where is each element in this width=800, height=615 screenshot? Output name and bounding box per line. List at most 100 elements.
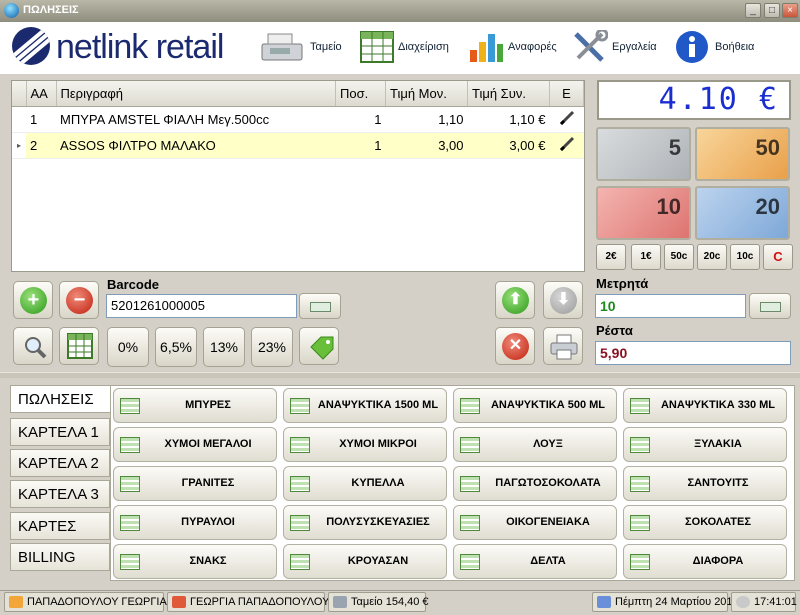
- cash-register-icon: [260, 30, 303, 64]
- coin-50c-button[interactable]: 50c: [664, 244, 694, 270]
- grid-icon: [290, 554, 310, 570]
- grid-icon: [460, 554, 480, 570]
- toolbar-tools-button[interactable]: Εργαλεία: [572, 28, 667, 68]
- tab-cards[interactable]: ΚΑΡΤΕΣ: [10, 512, 110, 540]
- category-button[interactable]: ΠΑΓΩΤΟΣΟΚΟΛΑΤΑ: [453, 466, 617, 501]
- category-button[interactable]: ΣΑΝΤΟΥΙΤΣ: [623, 466, 787, 501]
- toolbar-management-button[interactable]: Διαχείριση: [360, 28, 455, 68]
- grid-icon: [630, 515, 650, 531]
- category-button[interactable]: ΟΙΚΟΓΕΝΕΙΑΚΑ: [453, 505, 617, 540]
- tab-card-2[interactable]: ΚΑΡΤΕΛΑ 2: [10, 449, 110, 477]
- grid-icon: [630, 398, 650, 414]
- user-icon: [9, 596, 23, 608]
- status-user: ΠΑΠΑΔΟΠΟΥΛΟΥ ΓΕΩΡΓΙΑ: [4, 592, 167, 612]
- category-button[interactable]: ΞΥΛΑΚΙΑ: [623, 427, 787, 462]
- grid-icon: [290, 476, 310, 492]
- app-icon: [4, 3, 19, 18]
- table-row[interactable]: ▸ 2 ASSOS ΦΙΛΤΡΟ ΜΑΛΑΚΟ 1 3,00 3,00 €: [12, 132, 584, 159]
- vat-23-button[interactable]: 23%: [251, 327, 293, 367]
- search-button[interactable]: [13, 327, 53, 365]
- table-row[interactable]: 1 ΜΠΥΡΑ AMSTEL ΦΙΑΛΗ Μεγ.500cc 1 1,10 1,…: [12, 106, 584, 133]
- close-button[interactable]: ×: [782, 3, 798, 18]
- grid-icon: [460, 437, 480, 453]
- grid-icon: [460, 515, 480, 531]
- cash-input[interactable]: 10: [595, 294, 746, 318]
- category-button[interactable]: ΠΥΡΑΥΛΟΙ: [113, 505, 277, 540]
- coin-20c-button[interactable]: 20c: [697, 244, 727, 270]
- x-icon: ✕: [502, 333, 529, 360]
- category-button[interactable]: ΑΝΑΨΥΚΤΙΚΑ 1500 ML: [283, 388, 447, 423]
- minimize-button[interactable]: _: [745, 3, 761, 18]
- maximize-button[interactable]: □: [764, 3, 780, 18]
- clear-coins-button[interactable]: C: [763, 244, 793, 270]
- vat-0-button[interactable]: 0%: [107, 327, 149, 367]
- clock-icon: [736, 596, 750, 608]
- keyboard-icon: [310, 302, 331, 312]
- discount-tag-button[interactable]: [299, 327, 339, 365]
- tab-sales[interactable]: ΠΩΛΗΣΕΙΣ: [10, 385, 112, 413]
- status-time: 17:41:01: [731, 592, 797, 612]
- tab-card-3[interactable]: ΚΑΡΤΕΛΑ 3: [10, 480, 110, 508]
- barcode-input[interactable]: 5201261000005: [106, 294, 297, 318]
- grid-icon: [290, 398, 310, 414]
- print-button[interactable]: [543, 327, 583, 365]
- printer-icon: [550, 334, 578, 363]
- vat-6-5-button[interactable]: 6,5%: [155, 327, 197, 367]
- banknote-5-button[interactable]: 5: [596, 127, 691, 181]
- grid-icon: [630, 476, 650, 492]
- edit-pen-icon[interactable]: [558, 110, 576, 130]
- cash-register-icon: [333, 596, 347, 608]
- items-grid[interactable]: AA Περιγραφή Ποσ. Τιμή Μον. Τιμή Συν. E …: [11, 80, 585, 272]
- toolbar-reports-button[interactable]: Αναφορές: [468, 28, 558, 68]
- grid-icon: [360, 30, 400, 64]
- banknote-10-button[interactable]: 10: [596, 186, 691, 240]
- category-button[interactable]: ΓΡΑΝΙΤΕΣ: [113, 466, 277, 501]
- col-qty[interactable]: Ποσ.: [335, 81, 386, 107]
- status-cash: Ταμείο 154,40 €: [328, 592, 429, 612]
- banknote-50-button[interactable]: 50: [695, 127, 790, 181]
- category-button[interactable]: ΑΝΑΨΥΚΤΙΚΑ 500 ML: [453, 388, 617, 423]
- vat-13-button[interactable]: 13%: [203, 327, 245, 367]
- col-total-price[interactable]: Τιμή Συν.: [467, 81, 550, 107]
- banknote-20-button[interactable]: 20: [695, 186, 790, 240]
- grid-icon: [120, 398, 140, 414]
- barcode-keyboard-button[interactable]: [299, 293, 341, 319]
- edit-pen-icon[interactable]: [558, 136, 576, 156]
- coin-2e-button[interactable]: 2€: [596, 244, 626, 270]
- arrow-up-icon: ⬆: [502, 287, 529, 314]
- category-button[interactable]: ΣΟΚΟΛΑΤΕΣ: [623, 505, 787, 540]
- category-button[interactable]: ΜΠΥΡΕΣ: [113, 388, 277, 423]
- category-button[interactable]: ΚΥΠΕΛΛΑ: [283, 466, 447, 501]
- tab-card-1[interactable]: ΚΑΡΤΕΛΑ 1: [10, 418, 110, 446]
- col-aa[interactable]: AA: [26, 81, 57, 107]
- tab-billing[interactable]: BILLING: [10, 543, 110, 571]
- category-button[interactable]: ΣΝΑΚΣ: [113, 544, 277, 579]
- category-button[interactable]: ΧΥΜΟΙ ΜΙΚΡΟΙ: [283, 427, 447, 462]
- remove-item-button[interactable]: −: [59, 281, 99, 319]
- category-button[interactable]: ΚΡΟΥΑΣΑΝ: [283, 544, 447, 579]
- grid-icon: [460, 476, 480, 492]
- category-button[interactable]: ΧΥΜΟΙ ΜΕΓΑΛΟΙ: [113, 427, 277, 462]
- category-button[interactable]: ΔΕΛΤΑ: [453, 544, 617, 579]
- cancel-receipt-button[interactable]: ✕: [495, 327, 535, 365]
- toolbar-cash-button[interactable]: Ταμείο: [260, 28, 350, 68]
- col-edit[interactable]: E: [549, 81, 584, 107]
- category-button[interactable]: ΑΝΑΨΥΚΤΙΚΑ 330 ML: [623, 388, 787, 423]
- move-up-button[interactable]: ⬆: [495, 281, 535, 319]
- toolbar-help-button[interactable]: Βοήθεια: [675, 28, 765, 68]
- coin-1e-button[interactable]: 1€: [631, 244, 661, 270]
- add-item-button[interactable]: +: [13, 281, 53, 319]
- arrow-down-icon: ⬇: [550, 287, 577, 314]
- list-button[interactable]: [59, 327, 99, 365]
- coin-10c-button[interactable]: 10c: [730, 244, 760, 270]
- category-button[interactable]: ΠΟΛΥΣΥΣΚΕΥΑΣΙΕΣ: [283, 505, 447, 540]
- category-button[interactable]: ΛΟΥΞ: [453, 427, 617, 462]
- cash-keyboard-button[interactable]: [749, 293, 791, 319]
- bar-chart-icon: [468, 30, 508, 64]
- move-down-button[interactable]: ⬇: [543, 281, 583, 319]
- splitter-handle[interactable]: [0, 372, 800, 378]
- col-description[interactable]: Περιγραφή: [56, 81, 336, 107]
- barcode-label: Barcode: [107, 277, 160, 292]
- category-button[interactable]: ΔΙΑΦΟΡΑ: [623, 544, 787, 579]
- col-unit-price[interactable]: Τιμή Μον.: [385, 81, 468, 107]
